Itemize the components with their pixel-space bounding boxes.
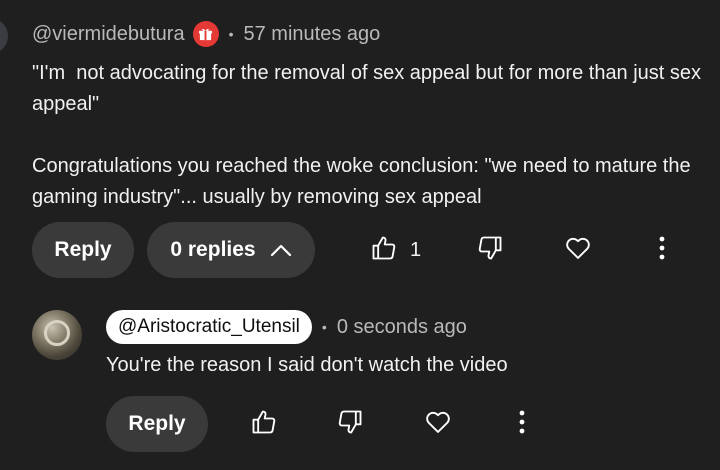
gift-icon [192,21,219,47]
reply-button-label: Reply [54,238,112,261]
reply-meta-separator: • [321,319,327,335]
reply-like-button[interactable] [250,410,278,438]
reply-avatar[interactable] [32,310,82,360]
thumbs-down-icon [336,408,364,441]
meta-separator: • [228,26,234,42]
reply-reply-button[interactable]: Reply [106,396,208,452]
comment-author-handle[interactable]: @viermidebutura [32,23,185,46]
more-vert-icon [654,234,670,267]
reply-timestamp[interactable]: 0 seconds ago [337,316,467,339]
like-button[interactable]: 1 [370,236,421,264]
commenter-avatar[interactable] [0,18,8,54]
dislike-button[interactable] [476,236,504,264]
thumbs-down-icon [476,234,504,267]
comment-timestamp[interactable]: 57 minutes ago [244,23,381,46]
reply-button[interactable]: Reply [32,222,134,278]
heart-icon [424,408,452,441]
reply-heart-button[interactable] [424,410,452,438]
thumbs-up-icon [370,234,398,267]
replies-count-label: 0 replies [170,238,256,261]
chevron-up-icon [270,243,292,257]
replies-toggle-button[interactable]: 0 replies [147,222,315,278]
reply-reply-button-label: Reply [128,412,186,435]
reply-dislike-button[interactable] [336,410,364,438]
comment-text: "I'm not advocating for the removal of s… [32,62,702,208]
comment: @viermidebutura • 57 minutes ago "I'm no… [32,18,702,213]
more-options-button[interactable] [654,236,670,264]
comment-meta: @viermidebutura • 57 minutes ago [32,18,702,50]
more-vert-icon [514,408,530,441]
reply-more-options-button[interactable] [514,410,530,438]
comment-actions: Reply 0 replies 1 [32,222,692,278]
like-count: 1 [410,238,422,261]
heart-button[interactable] [564,236,592,264]
heart-icon [564,234,592,267]
thumbs-up-icon [250,408,278,441]
reply-meta: @Aristocratic_Utensil • 0 seconds ago [106,310,467,344]
reply-text: You're the reason I said don't watch the… [106,354,508,376]
reply-actions: Reply [106,396,546,452]
mention-chip[interactable]: @Aristocratic_Utensil [106,310,312,344]
avatar-ring-shape [44,320,70,346]
reply-comment: @Aristocratic_Utensil • 0 seconds ago Yo… [0,300,720,470]
